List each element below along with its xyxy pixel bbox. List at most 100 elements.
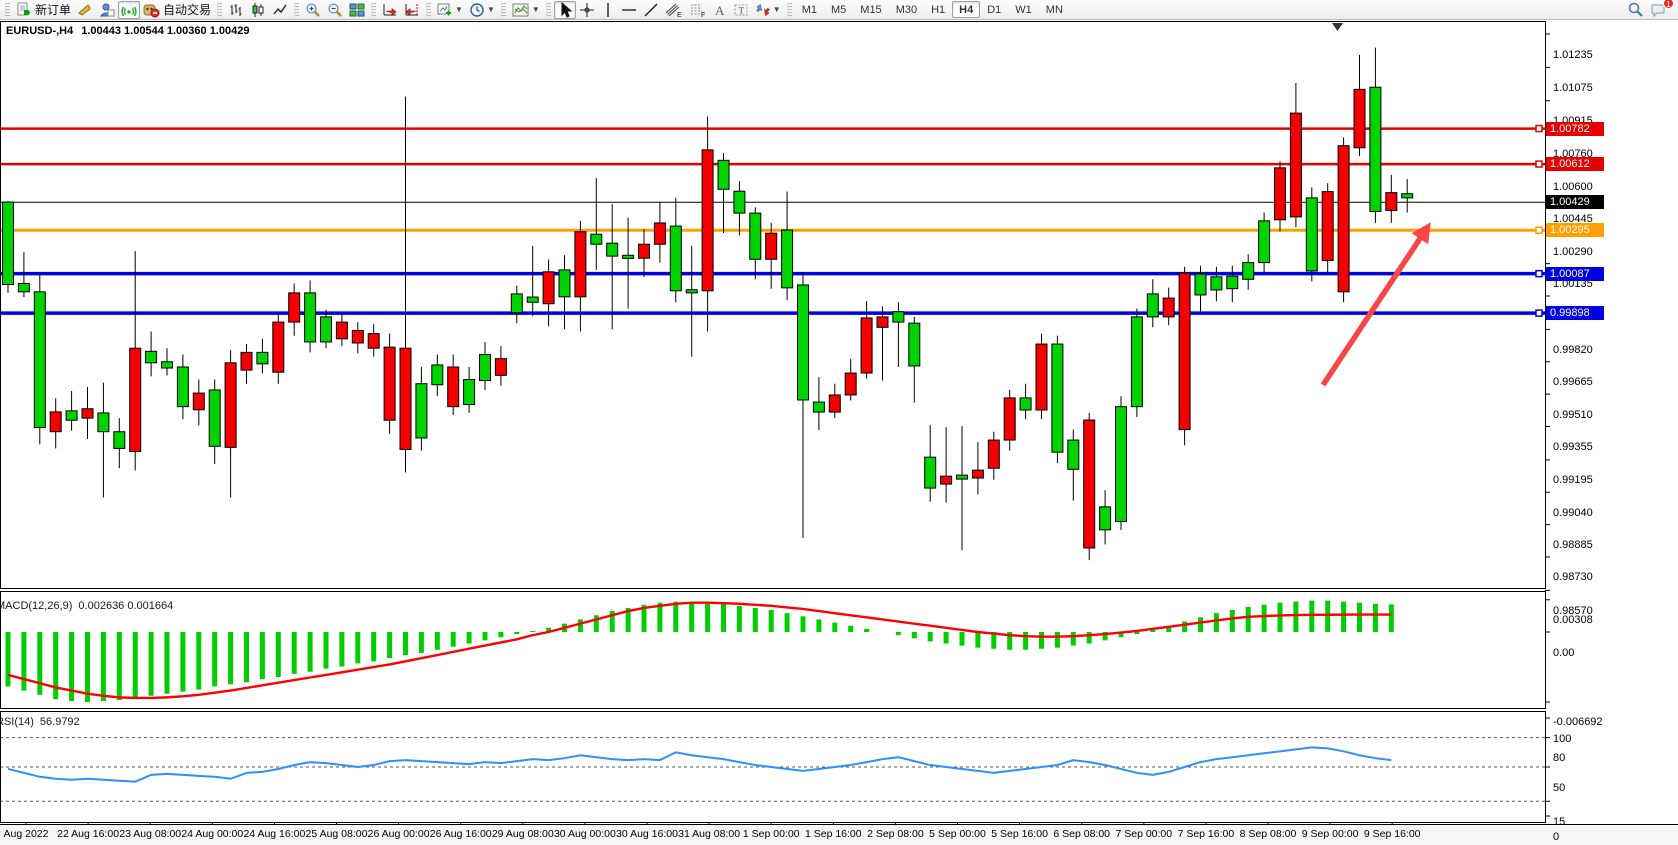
indicators-button[interactable]: ▼ (509, 1, 543, 19)
candle-bearish (1338, 146, 1349, 292)
tile-windows-button[interactable] (346, 1, 368, 19)
time-axis-label: 30 Aug 16:00 (616, 828, 678, 840)
candle-bullish (1068, 440, 1079, 469)
timeframe-h1-button[interactable]: H1 (924, 1, 952, 18)
candle-bearish (1290, 113, 1301, 217)
chart-shift-marker (1332, 23, 1343, 31)
candle-bearish (289, 293, 300, 322)
price-axis-label: 0.99820 (1553, 344, 1593, 357)
candle-bullish (1052, 344, 1063, 452)
mt4-window: 新订单 (0, 0, 1678, 845)
notifications-button[interactable]: 1 (1647, 1, 1670, 19)
time-axis-label: 5 Sep 00:00 (929, 828, 986, 840)
candle-bullish (686, 290, 697, 293)
timeframe-mn-button[interactable]: MN (1039, 1, 1070, 18)
candle-bearish (384, 347, 395, 420)
candle-bearish (50, 412, 61, 432)
search-button[interactable] (1624, 1, 1647, 19)
zoom-in-button[interactable] (302, 1, 324, 19)
signal-button[interactable] (118, 1, 140, 19)
toolbar-grip[interactable] (294, 3, 299, 17)
price-line-badge: 0.99898 (1546, 306, 1604, 320)
hline-button[interactable] (618, 1, 640, 19)
auto-trading-label: 自动交易 (163, 1, 211, 18)
chart-area[interactable]: EURUSD-,H41.00443 1.00544 1.00360 1.0042… (0, 21, 1678, 845)
candle-bearish (988, 440, 999, 468)
candle-bullish (3, 202, 14, 284)
notification-badge: 1 (1663, 0, 1674, 9)
candle-bullish (1227, 276, 1238, 289)
candle-bearish (1004, 398, 1015, 440)
vline-icon (602, 2, 614, 18)
shapes-button[interactable]: ▼ (752, 1, 784, 19)
cursor-button[interactable] (554, 1, 576, 19)
timeframe-w1-button[interactable]: W1 (1008, 1, 1039, 18)
period-button[interactable]: ▼ (466, 1, 498, 19)
timeframe-m1-button[interactable]: M1 (795, 1, 824, 18)
toolbar-grip[interactable] (5, 3, 10, 17)
crosshair-icon (579, 2, 595, 18)
timeframe-d1-button[interactable]: D1 (980, 1, 1008, 18)
zoom-out-button[interactable] (324, 1, 346, 19)
vline-button[interactable] (598, 1, 618, 19)
toolbar-grip[interactable] (217, 3, 222, 17)
candle-bearish (336, 322, 347, 339)
candle-bearish (1275, 168, 1286, 220)
timeframe-m30-button[interactable]: M30 (889, 1, 924, 18)
channel-button[interactable]: E (662, 1, 686, 19)
text-label-button[interactable]: T (730, 1, 752, 19)
chart-shift-button[interactable] (401, 1, 423, 19)
toolbar-grip[interactable] (371, 3, 376, 17)
time-axis-label: 9 Sep 16:00 (1364, 828, 1421, 840)
candle-bullish (146, 351, 157, 362)
chart-canvas[interactable] (0, 21, 1678, 845)
candle-bullish (209, 390, 220, 446)
toolbar-grip[interactable] (501, 3, 506, 17)
candle-bullish (416, 384, 427, 438)
candle-bullish (114, 432, 125, 449)
auto-scroll-button[interactable] (379, 1, 401, 19)
macd-axis-label: 0.00308 (1553, 614, 1593, 627)
timeframe-m5-button[interactable]: M5 (824, 1, 853, 18)
toolbar-grip[interactable] (546, 3, 551, 17)
horn-button[interactable] (74, 1, 96, 19)
new-chart-button[interactable]: ▼ (434, 1, 466, 19)
price-axis-label: 0.98885 (1553, 539, 1593, 552)
toolbar-grip[interactable] (426, 3, 431, 17)
line-end-marker (1536, 310, 1542, 316)
trendline-icon (643, 2, 659, 18)
toolbar-grip[interactable] (787, 3, 792, 17)
candle-bullish (34, 292, 45, 428)
candle-bearish (241, 352, 252, 370)
profile-button[interactable] (96, 1, 118, 19)
fibonacci-button[interactable]: F (686, 1, 710, 19)
svg-text:A: A (715, 3, 725, 18)
profile-icon (99, 2, 115, 18)
line-end-marker (1536, 161, 1542, 167)
bar-chart-button[interactable] (225, 1, 247, 19)
timeframe-m15-button[interactable]: M15 (853, 1, 888, 18)
timeframe-h4-button[interactable]: H4 (952, 1, 980, 18)
candle-bullish (98, 413, 109, 432)
candle-bearish (1322, 192, 1333, 261)
crosshair-button[interactable] (576, 1, 598, 19)
line-chart-button[interactable] (269, 1, 291, 19)
candle-bullish (1370, 87, 1381, 211)
new-order-button[interactable]: 新订单 (13, 1, 74, 19)
candle-bearish (400, 348, 411, 449)
price-line-badge: 1.00612 (1546, 157, 1604, 171)
rsi-axis-label: 50 (1553, 782, 1565, 795)
candle-bullish (670, 226, 681, 291)
search-icon (1627, 1, 1644, 18)
timeframe-group: M1M5M15M30H1H4D1W1MN (795, 1, 1070, 18)
candle-bearish (861, 318, 872, 373)
candle-chart-button[interactable] (247, 1, 269, 19)
candle-bullish (1259, 221, 1270, 263)
autotrade-icon (143, 2, 160, 18)
macd-axis-label: -0.006692 (1553, 716, 1603, 729)
candle-bearish (1036, 344, 1047, 410)
text-button[interactable]: A (710, 1, 730, 19)
trendline-button[interactable] (640, 1, 662, 19)
auto-trading-button[interactable]: 自动交易 (140, 1, 214, 19)
candle-bearish (273, 322, 284, 372)
